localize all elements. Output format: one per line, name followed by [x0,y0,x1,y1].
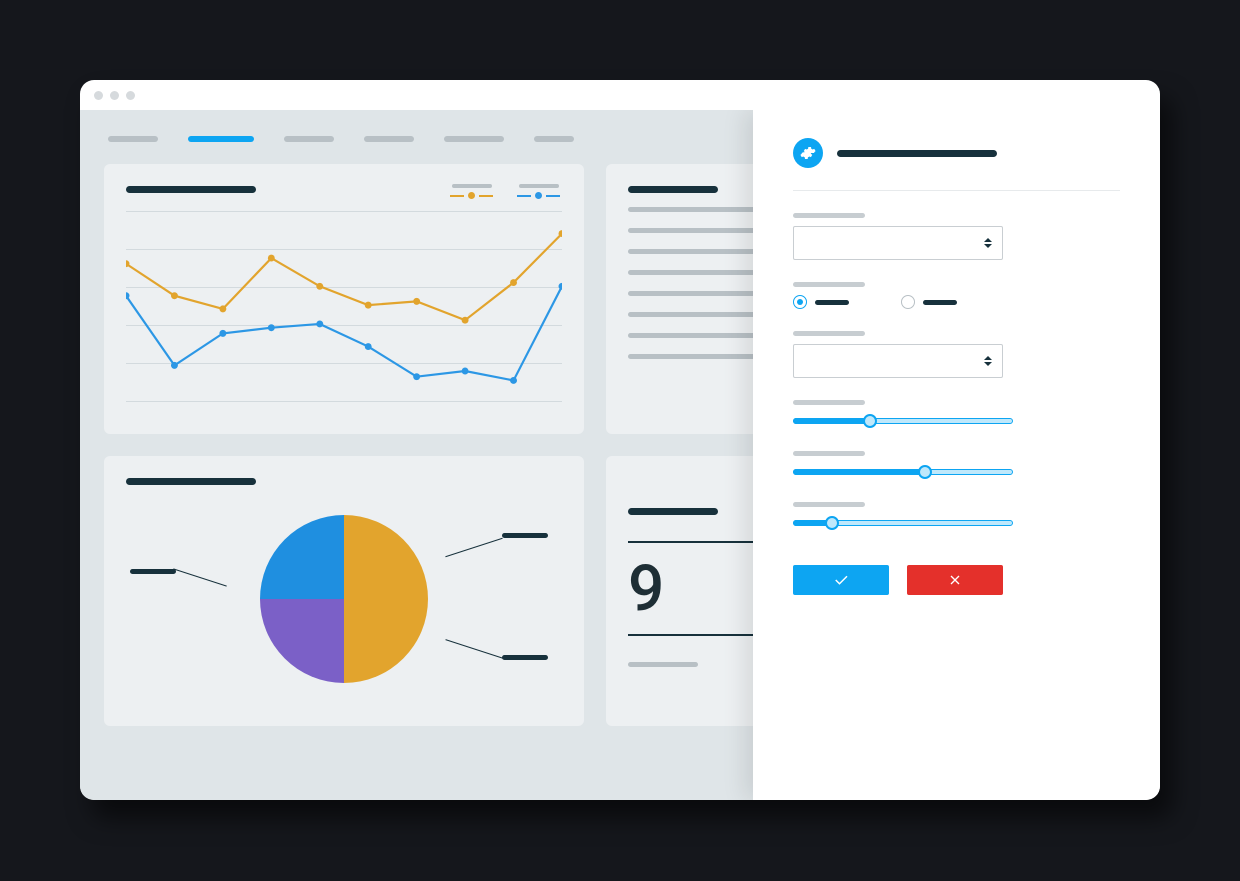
check-icon [832,571,850,589]
field-select-2 [793,331,1121,378]
pie-label-a [130,569,176,574]
line-chart-card [104,164,584,434]
pie-svg [260,515,428,683]
field-label [793,502,865,507]
radio-dot-icon [793,295,807,309]
line-chart-plot [126,211,562,401]
list-item [628,354,753,359]
traffic-light-close[interactable] [94,91,103,100]
bignumber-value: 9 [628,551,753,626]
legend-series-b [517,184,560,199]
select-input-2[interactable] [793,344,1003,378]
list-item [628,249,753,254]
top-nav [104,128,729,164]
pie-label-c [502,655,548,660]
confirm-button[interactable] [793,565,889,595]
bignumber-title [628,508,718,515]
list-card [606,164,753,434]
field-slider-3 [793,502,1121,531]
line-chart-legend [450,184,560,199]
field-label [793,331,865,336]
field-label [793,282,865,287]
radio-option-1[interactable] [793,295,849,309]
titlebar [80,80,1160,110]
slider-input-1[interactable] [793,413,1013,429]
field-label [793,213,865,218]
slider-input-2[interactable] [793,464,1013,480]
list-card-title [628,186,718,193]
radio-label [815,300,849,305]
select-input-1[interactable] [793,226,1003,260]
field-select-1 [793,213,1121,260]
app-window: 9 [80,80,1160,800]
dashboard: 9 [80,110,753,800]
list-item [628,333,753,338]
traffic-light-zoom[interactable] [126,91,135,100]
pie-chart-card [104,456,584,726]
field-label [793,451,865,456]
nav-item-4[interactable] [364,136,414,142]
bignumber-sublabel [628,662,698,667]
list-item [628,228,753,233]
gear-icon [793,138,823,168]
close-icon [947,572,963,588]
pie-chart-title [126,478,256,485]
cancel-button[interactable] [907,565,1003,595]
legend-series-a [450,184,493,199]
list-item [628,291,753,296]
traffic-light-minimize[interactable] [110,91,119,100]
radio-option-2[interactable] [901,295,957,309]
radio-dot-icon [901,295,915,309]
list-item [628,312,753,317]
field-radio-group [793,282,1121,309]
pie-chart-plot [126,499,562,699]
panel-title [837,150,997,157]
settings-panel [753,110,1161,800]
slider-input-3[interactable] [793,515,1013,531]
nav-item-2[interactable] [188,136,254,142]
radio-label [923,300,957,305]
bignumber-card: 9 [606,456,753,726]
nav-item-5[interactable] [444,136,504,142]
select-caret-icon [984,238,992,248]
field-label [793,400,865,405]
field-slider-1 [793,400,1121,429]
list-item [628,207,753,212]
line-chart-title [126,186,256,193]
select-caret-icon [984,356,992,366]
nav-item-6[interactable] [534,136,574,142]
nav-item-3[interactable] [284,136,334,142]
nav-item-1[interactable] [108,136,158,142]
list-item [628,270,753,275]
pie-label-b [502,533,548,538]
field-slider-2 [793,451,1121,480]
